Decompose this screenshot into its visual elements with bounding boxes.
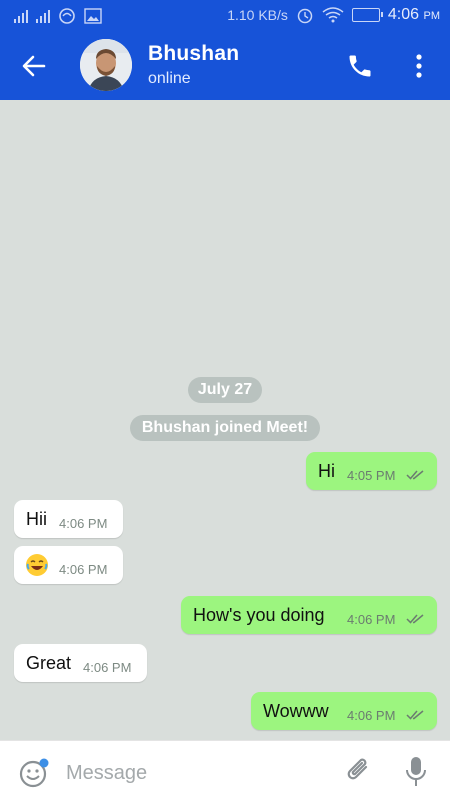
message-text: Hi [318,461,335,481]
laughing-tears-emoji-icon [26,554,48,576]
incoming-message[interactable]: Hii 4:06 PM [14,500,123,538]
microphone-icon[interactable] [404,755,428,789]
status-left [14,7,102,25]
message-text: Hii [26,509,47,529]
chat-header: Bhushan online [0,30,450,100]
message-text: How's you doing [193,605,325,625]
date-divider: July 27 [188,377,262,403]
back-arrow-icon[interactable] [20,52,48,80]
alarm-icon [297,8,313,24]
message-time: 4:06 PM [59,516,108,531]
outgoing-message[interactable]: Hi 4:05 PM [306,452,437,490]
status-time: 4:06 PM [387,6,440,23]
gallery-icon [84,8,102,24]
chat-area[interactable]: July 27 Bhushan joined Meet! Hi 4:05 PM … [0,100,450,740]
incoming-message[interactable]: Great 4:06 PM [14,644,147,682]
attachment-icon[interactable] [344,755,374,787]
contact-photo-icon [80,39,132,91]
message-input[interactable] [64,757,328,789]
double-check-icon [406,614,424,624]
message-time: 4:06 PM [347,612,396,627]
double-check-icon [406,710,424,720]
sync-icon [59,8,75,24]
message-time: 4:05 PM [347,468,396,483]
phone-call-icon[interactable] [346,52,374,80]
emoji-picker-icon[interactable] [18,757,50,789]
battery-icon [351,8,383,22]
message-time: 4:06 PM [347,708,396,723]
network-speed: 1.10 KB/s [227,7,288,23]
message-time: 4:06 PM [83,660,132,675]
outgoing-message[interactable]: How's you doing 4:06 PM [181,596,437,634]
wifi-icon [322,7,344,23]
status-bar: 1.10 KB/s 4:06 PM [0,0,450,30]
double-check-icon [406,470,424,480]
incoming-message[interactable]: 4:06 PM [14,546,123,584]
message-time: 4:06 PM [59,562,108,577]
outgoing-message[interactable]: Wowww 4:06 PM [251,692,437,730]
signal-1-icon [14,9,28,23]
contact-name[interactable]: Bhushan [148,42,239,66]
avatar[interactable] [80,39,132,91]
message-composer [0,740,450,801]
status-right: 1.10 KB/s 4:06 PM [227,6,440,24]
signal-2-icon [36,9,50,23]
message-text: Great [26,653,72,673]
system-message: Bhushan joined Meet! [130,415,320,441]
contact-status: online [148,70,191,87]
more-options-icon[interactable] [410,52,428,80]
message-text: Wowww [263,701,329,721]
